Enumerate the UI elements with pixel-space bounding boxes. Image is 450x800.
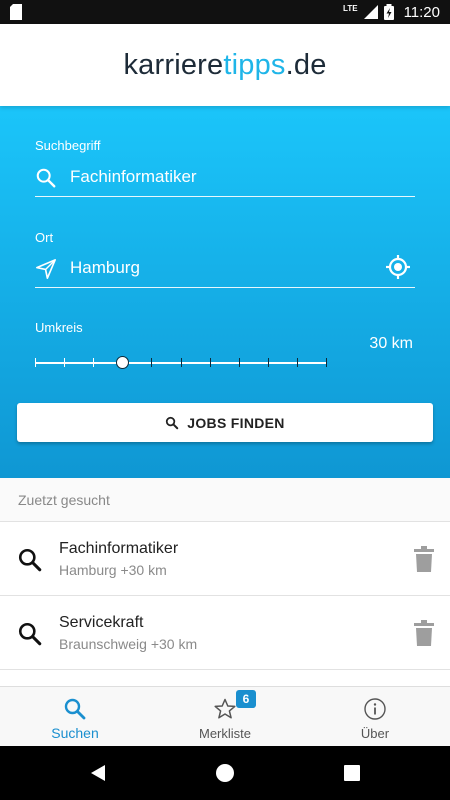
recent-search-item[interactable]: Servicekraft Braunschweig +30 km [0,596,450,670]
recent-search-title: Servicekraft [59,614,144,631]
search-panel: Suchbegriff Fachinformatiker Ort Hamburg… [0,106,450,478]
slider-thumb[interactable] [116,356,130,369]
tab-merkliste[interactable]: 6 Merkliste [150,687,300,747]
info-icon [364,698,386,720]
slider-tick [268,358,270,367]
slider-tick [151,358,153,367]
system-navigation-bar [0,746,450,800]
slider-tick [35,358,37,367]
recent-searches-header: Zuetzt gesucht [0,478,450,522]
star-icon [214,698,236,719]
slider-tick [64,358,66,367]
recent-searches-heading: Zuetzt gesucht [18,492,110,508]
signal-icon [363,5,378,19]
tab-suchen-label: Suchen [51,725,99,741]
logo-suffix: .de [285,48,327,81]
bottom-navigation: Suchen 6 Merkliste Über [0,686,450,746]
merkliste-count-badge: 6 [236,690,256,708]
delete-icon[interactable] [413,546,435,572]
back-icon[interactable] [88,763,108,783]
find-jobs-label: JOBS FINDEN [187,414,285,431]
recent-search-title: Fachinformatiker [59,540,179,557]
network-type-label: LTE [343,3,358,13]
app-header: karrieretipps.de [0,24,450,106]
tab-ueber[interactable]: Über [300,687,450,747]
slider-tick [210,358,212,367]
recent-search-subtitle: Hamburg +30 km [59,562,167,578]
slider-tick [181,358,183,367]
search-icon [18,548,42,572]
recents-icon[interactable] [342,763,362,783]
tab-suchen[interactable]: Suchen [0,687,150,747]
slider-tick [297,358,299,367]
search-icon [18,622,42,646]
keyword-field[interactable]: Fachinformatiker [35,161,415,197]
my-location-icon[interactable] [385,254,411,280]
slider-tick [239,358,241,367]
radius-value: 30 km [369,335,413,352]
location-value: Hamburg [70,258,140,277]
logo-main: karriere [123,48,224,81]
search-icon [36,168,56,188]
recent-search-item[interactable]: Fachinformatiker Hamburg +30 km [0,522,450,596]
recent-search-subtitle: Braunschweig +30 km [59,636,198,652]
search-icon [64,698,86,720]
sd-card-icon [10,4,22,20]
delete-icon[interactable] [413,620,435,646]
tab-merkliste-label: Merkliste [198,726,251,741]
location-field[interactable]: Hamburg [35,252,415,288]
karrieretipps-logo: karrieretipps.de [123,49,326,82]
slider-tick [93,358,95,367]
keyword-label: Suchbegriff [35,138,101,153]
radius-slider[interactable] [35,356,328,370]
home-icon[interactable] [215,763,235,783]
slider-tick [326,358,328,367]
status-bar: LTE 11:20 [0,0,450,24]
battery-charging-icon [383,4,394,20]
logo-accent: tipps [223,48,286,81]
location-label: Ort [35,230,54,245]
find-jobs-button[interactable]: JOBS FINDEN [17,403,433,442]
search-icon [166,416,179,429]
clock: 11:20 [403,3,440,21]
radius-label: Umkreis [35,320,83,335]
tab-ueber-label: Über [360,726,390,741]
keyword-value: Fachinformatiker [70,167,197,186]
navigation-arrow-icon [36,259,56,279]
